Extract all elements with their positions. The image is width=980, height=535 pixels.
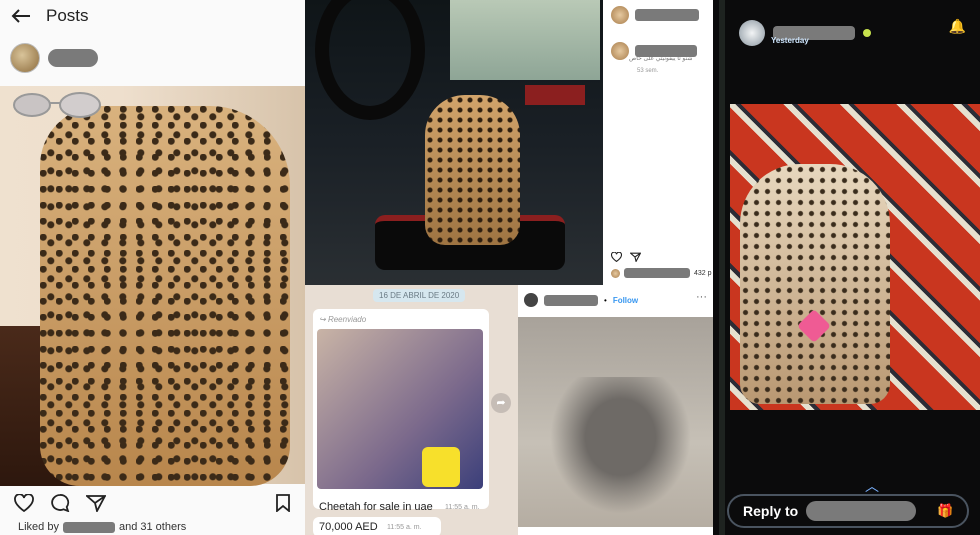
post-top-bar: Posts [0, 0, 305, 32]
red-trim [525, 85, 585, 105]
avatar[interactable] [10, 43, 40, 73]
redacted-username [48, 49, 98, 67]
comment-footer: 432 p [611, 268, 712, 278]
online-indicator [863, 29, 871, 37]
post-actions [0, 488, 305, 518]
comment-time: 53 sem. [637, 68, 659, 74]
bell-icon[interactable]: 🔔 [949, 18, 966, 35]
chevron-up-icon[interactable]: ︿ [865, 476, 879, 496]
price-message: 70,000 AED [319, 521, 378, 533]
cheetah-cubs-photo [518, 317, 713, 527]
avatar[interactable] [611, 42, 629, 60]
redacted-username [624, 268, 690, 278]
date-chip: 16 DE ABRIL DE 2020 [373, 289, 466, 302]
snapchat-logo-icon [422, 447, 460, 487]
cubs-group [538, 377, 703, 527]
comment-text: شنو تا ييقونيتي على خاص [629, 56, 693, 62]
forward-icon: ↪ [319, 315, 328, 324]
post-user-row [0, 32, 305, 84]
avatar[interactable] [524, 293, 538, 307]
redacted-username [635, 9, 699, 21]
post-header: • Follow [524, 293, 638, 307]
avatar [611, 268, 620, 278]
phone-bezel [719, 0, 725, 535]
cheetah-cub [425, 95, 520, 245]
instagram-comments-panel: شنو تا ييقونيتي على خاص 53 sem. 432 p [603, 0, 713, 285]
redacted-username [806, 501, 917, 521]
send-icon[interactable] [86, 494, 106, 512]
comment-icon[interactable] [50, 494, 70, 512]
dot-separator: • [604, 295, 607, 305]
back-arrow-icon[interactable] [10, 8, 32, 24]
cheetah-cub-rug-photo [730, 104, 980, 410]
story-timestamp: Yesterday [771, 36, 809, 45]
forwarded-label: ↪ Reenviado [319, 315, 366, 324]
page-title: Posts [46, 6, 89, 25]
share-icon[interactable]: ➦ [491, 393, 511, 413]
forwarded-text: Reenviado [327, 315, 367, 324]
reply-label: Reply to [743, 503, 799, 519]
cheetah-in-car-photo [305, 0, 603, 285]
car-window [450, 0, 600, 80]
steering-wheel [315, 0, 425, 120]
likes-prefix: Liked by [18, 521, 59, 533]
follow-button[interactable]: Follow [613, 296, 638, 305]
message-time: 11:55 a. m. [387, 524, 422, 531]
sunglasses-icon [13, 92, 101, 118]
instagram-post-panel: Posts Liked by and 31 others [0, 0, 305, 535]
cheetah-image [40, 106, 290, 486]
message-time: 11:55 a. m. [445, 504, 480, 511]
likes-suffix[interactable]: and 31 others [119, 521, 186, 533]
gift-icon[interactable]: 🎁 [937, 503, 953, 519]
redacted-username [544, 294, 598, 306]
heart-icon[interactable] [611, 252, 622, 262]
send-icon[interactable] [630, 252, 641, 262]
cheetah-cub [740, 164, 890, 404]
comment-actions [611, 252, 641, 262]
snapchat-story-panel: Yesterday 🔔 ︿ Reply to 🎁 [713, 0, 980, 535]
avatar[interactable] [739, 20, 765, 46]
redacted-liker [62, 521, 115, 533]
whatsapp-chat-panel: 16 DE ABRIL DE 2020 ↪ Reenviado ➦ Cheeta… [305, 285, 518, 535]
more-options-icon[interactable]: ··· [696, 291, 707, 303]
reply-field[interactable]: Reply to [727, 494, 969, 528]
message-text: Cheetah for sale in uae [319, 501, 433, 513]
instagram-cubs-panel: • Follow ··· [518, 285, 713, 535]
likes-count: 432 p [694, 269, 712, 277]
cheetah-sunglasses-photo [0, 86, 305, 486]
comment-row-1 [603, 6, 699, 24]
likes-line: Liked by and 31 others [18, 521, 186, 533]
avatar[interactable] [611, 6, 629, 24]
heart-icon[interactable] [14, 494, 34, 512]
bookmark-icon[interactable] [275, 494, 291, 512]
